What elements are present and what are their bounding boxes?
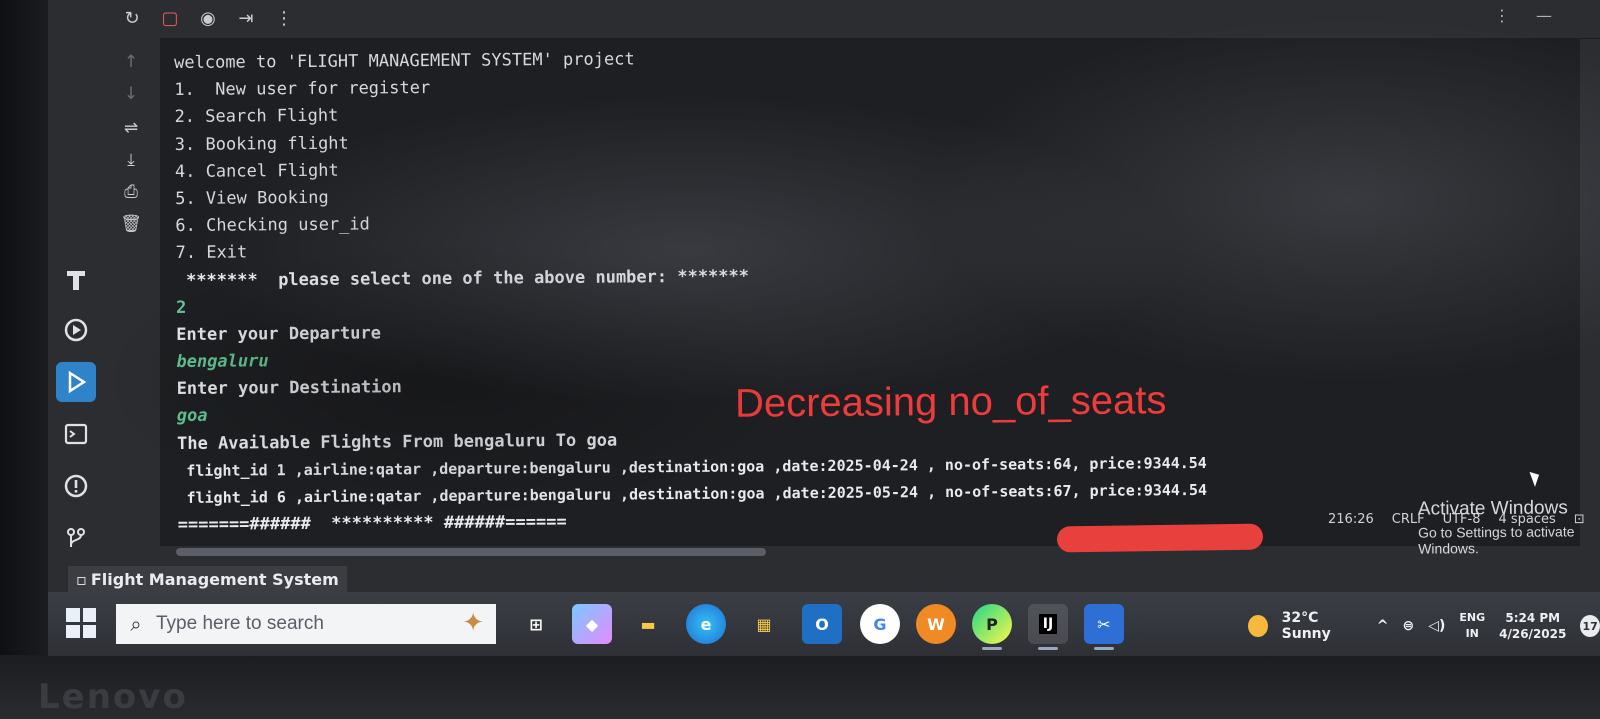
copilot-icon[interactable]: ◆: [572, 604, 612, 644]
activate-windows-watermark: Activate Windows Go to Settings to activ…: [1418, 497, 1580, 556]
chevron-up-icon[interactable]: ^: [1377, 618, 1389, 634]
red-highlight-mark: [1056, 523, 1264, 553]
start-button[interactable]: [66, 608, 96, 638]
snipping-tool-icon[interactable]: ✂: [1084, 604, 1124, 650]
options-icon[interactable]: ⋮: [1494, 6, 1510, 25]
bezel-bottom: Lenovo: [0, 655, 1600, 719]
run-tool-icon[interactable]: [56, 362, 96, 402]
lock-icon[interactable]: ⊡: [1574, 512, 1585, 527]
print-icon[interactable]: ⎙: [116, 180, 146, 204]
python-packages-icon[interactable]: [56, 260, 96, 300]
scroll-down-icon[interactable]: ↓: [116, 82, 146, 106]
search-placeholder: Type here to search: [156, 613, 324, 634]
scroll-up-icon[interactable]: ↑: [116, 50, 146, 74]
file-explorer-icon[interactable]: ▬: [628, 604, 668, 644]
system-tray: 32°C Sunny ^ ⊜ ◁) ENG IN 5:24 PM 4/26/20…: [1248, 610, 1600, 642]
weather-text[interactable]: 32°C Sunny: [1282, 610, 1363, 642]
bezel-left: [0, 0, 48, 660]
weather-icon[interactable]: [1248, 615, 1268, 637]
edge-icon[interactable]: e: [686, 604, 726, 644]
chrome-icon[interactable]: G: [860, 604, 900, 644]
git-icon[interactable]: [56, 518, 96, 558]
taskbar-search[interactable]: ⌕ Type here to search ✦: [116, 604, 496, 644]
window-icon: ▫: [76, 569, 87, 589]
store-icon[interactable]: ▦: [744, 604, 784, 644]
window-title-chip[interactable]: ▫ Flight Management System: [68, 566, 347, 592]
console-gutter: ↑ ↓ ⇌ ⤓ ⎙ 🗑: [104, 38, 160, 558]
file-encoding[interactable]: UTF-8: [1443, 512, 1481, 527]
exit-icon[interactable]: ⇥: [234, 6, 258, 30]
trash-icon[interactable]: 🗑: [116, 212, 146, 236]
caret-position[interactable]: 216:26: [1328, 512, 1374, 527]
activate-subtitle: Go to Settings to activate Windows.: [1417, 523, 1575, 557]
brand-logo: Lenovo: [38, 677, 188, 717]
terminal-icon[interactable]: [56, 414, 96, 454]
scroll-to-end-icon[interactable]: ⤓: [116, 148, 146, 172]
run-console[interactable]: welcome to 'FLIGHT MANAGEMENT SYSTEM' pr…: [160, 38, 1580, 557]
intellij-icon[interactable]: IJ: [1028, 604, 1068, 650]
search-highlight-icon: ✦: [462, 608, 484, 638]
minimize-icon[interactable]: —: [1536, 6, 1552, 25]
console-output: welcome to 'FLIGHT MANAGEMENT SYSTEM' pr…: [174, 42, 1207, 539]
problems-icon[interactable]: [56, 466, 96, 506]
horizontal-scrollbar[interactable]: [176, 548, 766, 556]
task-view-icon[interactable]: ⊞: [516, 604, 556, 644]
clock-date: 4/26/2025: [1499, 627, 1567, 641]
wps-icon[interactable]: W: [916, 604, 956, 644]
camera-icon[interactable]: ◉: [196, 6, 220, 30]
ide-toolbar: ↻ ▢ ◉ ⇥ ⋮ ⋮ —: [48, 0, 1600, 39]
clock-time: 5:24 PM: [1505, 611, 1561, 625]
line-ending[interactable]: CRLF: [1392, 512, 1425, 527]
clock[interactable]: 5:24 PM 4/26/2025: [1499, 610, 1566, 642]
network-icon[interactable]: ⊜: [1402, 618, 1414, 634]
volume-icon[interactable]: ◁): [1428, 618, 1445, 634]
search-icon: ⌕: [130, 612, 142, 636]
language-indicator[interactable]: ENG IN: [1459, 610, 1485, 642]
screen: ↻ ▢ ◉ ⇥ ⋮ ⋮ — ↑ ↓ ⇌ ⤓ ⎙ 🗑 welcome to 'FL…: [48, 0, 1600, 656]
annotation-text: Decreasing no_of_seats: [734, 378, 1167, 426]
more-options-icon[interactable]: ⋮: [272, 6, 296, 30]
pycharm-icon[interactable]: P: [972, 604, 1012, 650]
indent-setting[interactable]: 4 spaces: [1499, 512, 1556, 527]
lang-line2: IN: [1465, 627, 1479, 640]
window-title: Flight Management System: [90, 569, 339, 589]
rerun-icon[interactable]: ↻: [120, 6, 144, 30]
stop-icon[interactable]: ▢: [158, 6, 182, 30]
soft-wrap-icon[interactable]: ⇌: [116, 116, 146, 140]
tool-window-strip: [48, 38, 105, 558]
status-bar: 216:26 CRLF UTF-8 4 spaces ⊡: [1328, 512, 1585, 527]
services-icon[interactable]: [56, 310, 96, 350]
outlook-icon[interactable]: O: [802, 604, 842, 644]
taskbar: ⌕ Type here to search ✦ ⊞ ◆ ▬ e ▦ O G W …: [48, 592, 1600, 656]
lang-line1: ENG: [1459, 611, 1486, 624]
notification-badge[interactable]: 17: [1580, 615, 1600, 637]
